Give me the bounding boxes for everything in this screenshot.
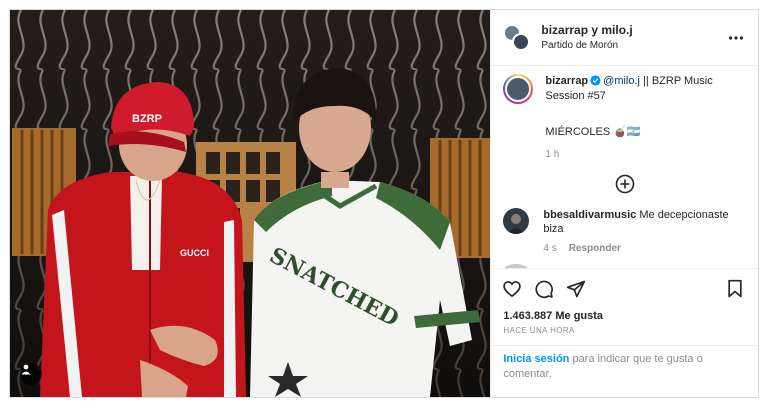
tagged-users-icon[interactable] [20,363,42,385]
jacket-logo-text: GUCCI [180,248,209,258]
caption-username[interactable]: bizarrap [545,75,588,87]
caption-avatar-story-ring[interactable] [503,74,534,104]
header-usernames[interactable]: bizarrap y milo.j [541,23,632,38]
comment-time[interactable]: 4 s [543,243,556,254]
bookmark-icon [728,279,742,297]
paper-plane-icon [567,280,586,297]
post-age[interactable]: HACE UNA HORA [491,324,758,335]
comment-button[interactable] [533,278,555,300]
login-link[interactable]: Inicia sesión [503,353,569,365]
load-more-comments-button[interactable] [503,174,746,194]
more-options-icon[interactable] [728,30,744,46]
photo-illustration: BZRP GUCCI SNATCHED [10,10,491,397]
header-location[interactable]: Partido de Morón [541,38,632,53]
share-button[interactable] [565,278,587,300]
like-button[interactable] [501,278,523,300]
avatar[interactable] [503,208,530,234]
login-prompt: Inicia sesión para indicar que te gusta … [491,345,758,397]
caption-time[interactable]: 1 h [545,149,746,160]
post-card: BZRP GUCCI SNATCHED bizarrap y milo.j Pa… [9,9,759,398]
avatar [505,76,532,102]
comment-item: bbesaldivarmusic Me decepcionaste biza 4… [503,208,746,256]
caption-extra: MIÉRCOLES 🧉🇦🇷 [545,126,641,138]
reply-button[interactable]: Responder [569,243,621,254]
heart-icon [503,280,522,297]
likes-count[interactable]: 1.463.887 Me gusta [491,308,758,324]
caption-mention[interactable]: @milo.j [603,75,640,87]
comments-section[interactable]: bizarrap @milo.j || BZRP Music Session #5… [491,66,758,268]
cap-logo-text: BZRP [132,113,162,125]
post-header: bizarrap y milo.j Partido de Morón [491,10,758,66]
post-side-panel: bizarrap y milo.j Partido de Morón bizar… [490,10,758,397]
verified-badge-icon [590,75,601,86]
post-photo[interactable]: BZRP GUCCI SNATCHED [10,10,491,397]
comment-username[interactable]: bbesaldivarmusic [543,209,636,221]
comment-bubble-icon [535,280,554,298]
collab-avatars[interactable] [503,23,531,52]
post-actions [491,268,758,308]
avatar-milo-j[interactable] [512,32,531,51]
plus-circle-icon[interactable] [615,174,635,194]
save-button[interactable] [724,278,746,300]
caption: bizarrap @milo.j || BZRP Music Session #5… [503,74,746,160]
